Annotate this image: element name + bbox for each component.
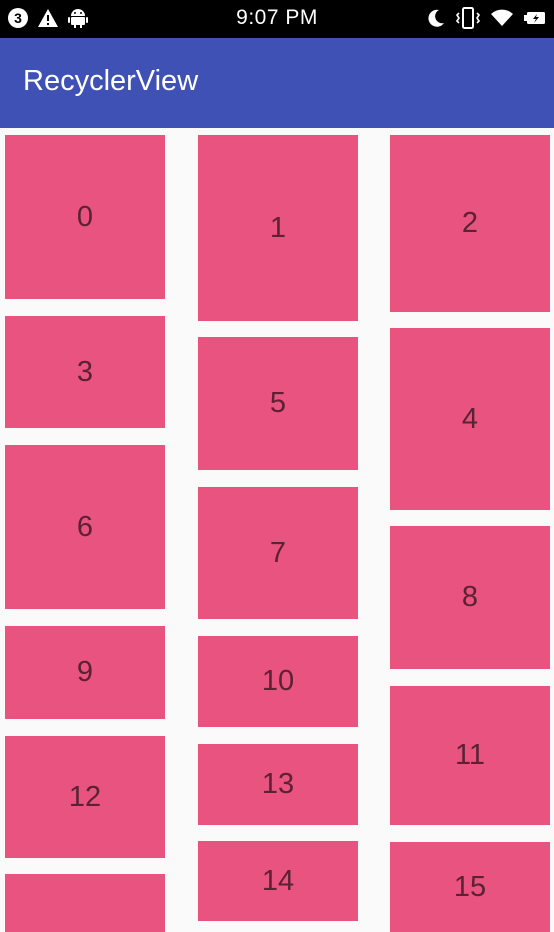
grid-item[interactable]: 10 (198, 636, 358, 727)
app-bar: RecyclerView (0, 38, 554, 128)
status-right-icons (426, 6, 546, 30)
grid-item[interactable]: 13 (198, 744, 358, 825)
grid-item[interactable]: 6 (5, 445, 165, 609)
grid-item[interactable]: 5 (198, 337, 358, 470)
grid-item[interactable]: 3 (5, 316, 165, 428)
grid-item[interactable]: 15 (390, 842, 550, 932)
grid-item[interactable]: 7 (198, 487, 358, 619)
grid-item[interactable]: 2 (390, 135, 550, 312)
grid-item[interactable] (5, 874, 165, 932)
grid-item[interactable]: 0 (5, 135, 165, 299)
grid-item[interactable]: 8 (390, 526, 550, 669)
grid-item[interactable]: 1 (198, 135, 358, 321)
grid-item[interactable]: 12 (5, 736, 165, 858)
battery-icon (524, 10, 546, 26)
vibrate-icon (456, 7, 480, 29)
app-title: RecyclerView (23, 65, 199, 97)
status-bar: 3 9:07 PM (0, 0, 554, 38)
grid-item[interactable]: 11 (390, 686, 550, 825)
staggered-grid[interactable]: 0 1 2 3 4 5 6 7 8 9 10 11 12 13 14 15 (0, 128, 554, 932)
grid-item[interactable]: 4 (390, 328, 550, 510)
moon-icon (426, 8, 446, 28)
wifi-icon (490, 8, 514, 28)
grid-item[interactable]: 9 (5, 626, 165, 719)
grid-item[interactable]: 14 (198, 841, 358, 921)
